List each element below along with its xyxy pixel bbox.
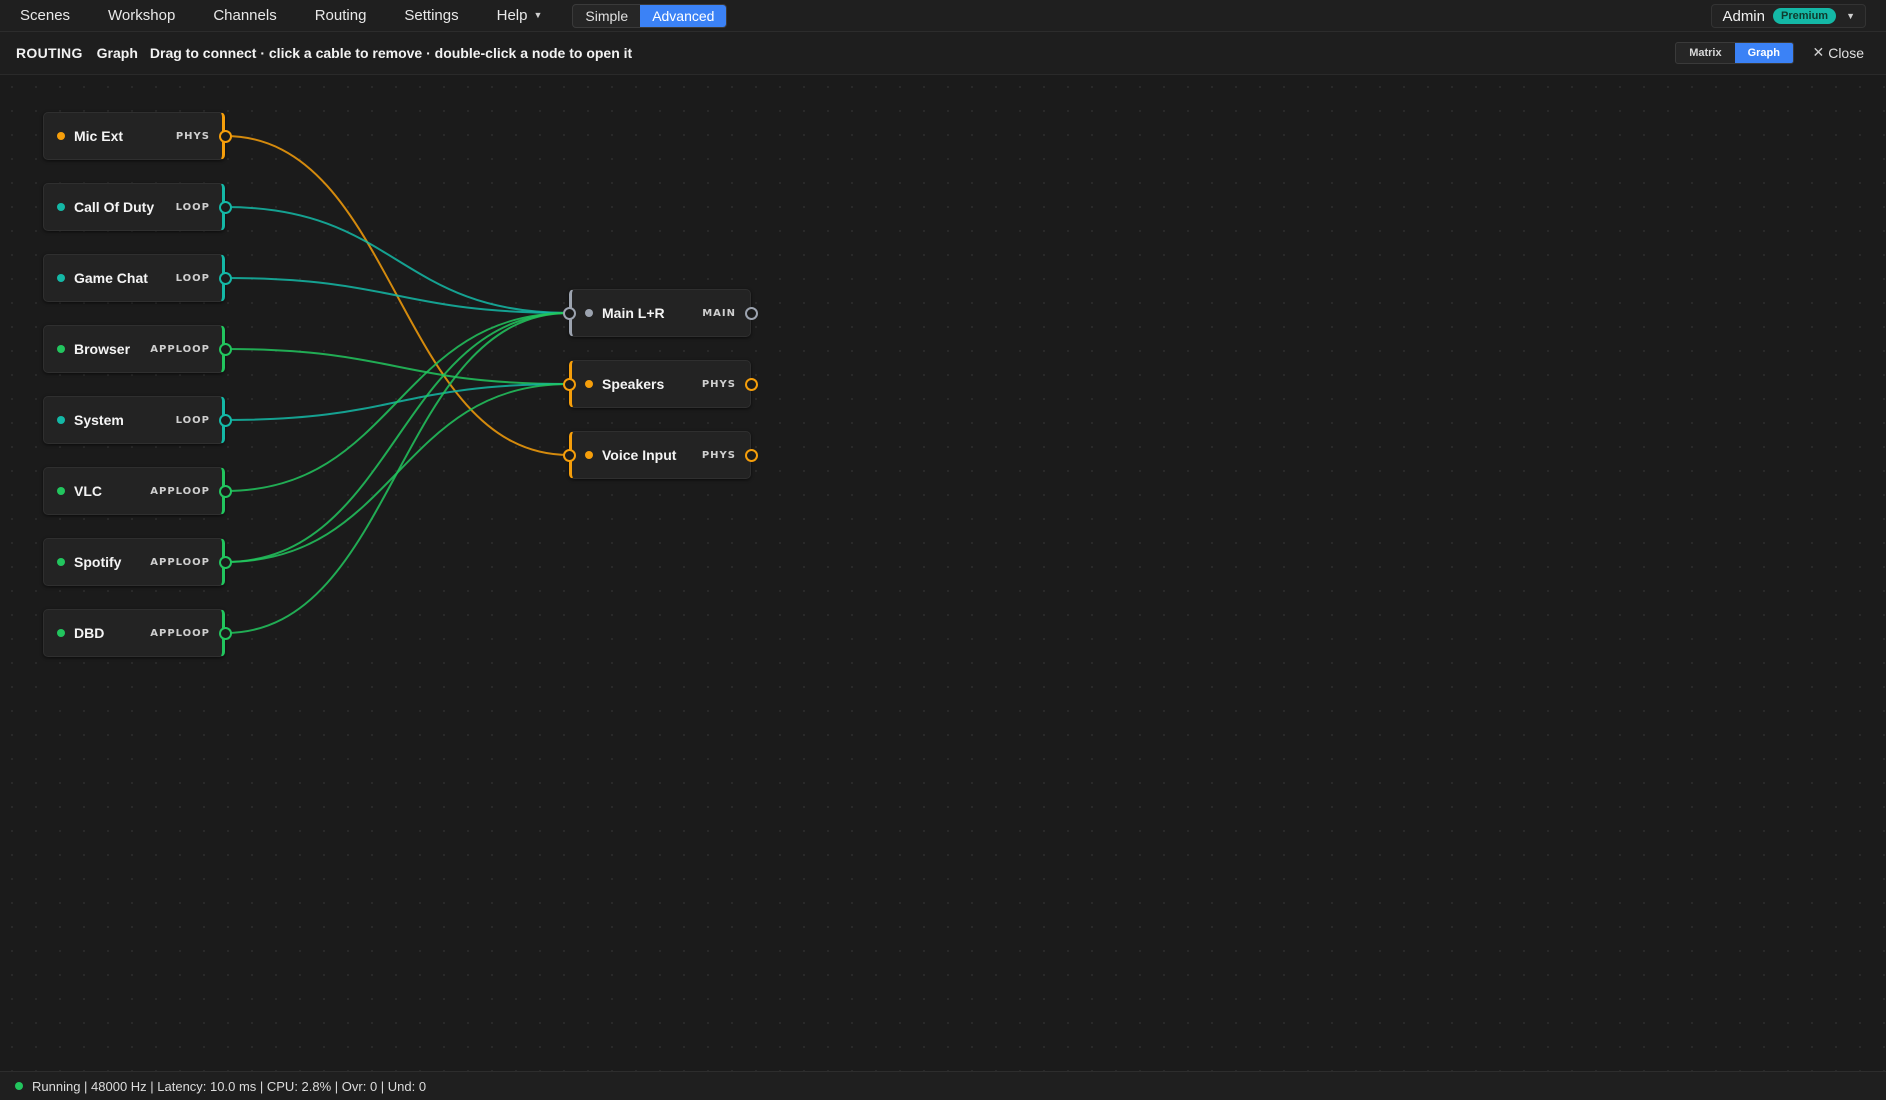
port-vlc-out[interactable] bbox=[219, 485, 232, 498]
mode-advanced-button[interactable]: Advanced bbox=[640, 4, 727, 27]
running-indicator-icon bbox=[15, 1082, 23, 1090]
close-button[interactable]: ✕ Close bbox=[1812, 44, 1864, 61]
node-status-dot-icon bbox=[585, 451, 593, 459]
node-dbd[interactable]: DBD APPLOOP bbox=[43, 609, 225, 657]
node-type-tag: PHYS bbox=[701, 378, 736, 390]
premium-badge: Premium bbox=[1773, 8, 1837, 24]
port-speakers-out[interactable] bbox=[745, 378, 758, 391]
node-type-tag: APPLOOP bbox=[150, 485, 210, 497]
node-status-dot-icon bbox=[57, 558, 65, 566]
port-browser-out[interactable] bbox=[219, 343, 232, 356]
menu-workshop[interactable]: Workshop bbox=[108, 7, 175, 24]
node-speakers[interactable]: Speakers PHYS bbox=[569, 360, 751, 408]
account-menu[interactable]: Admin Premium ▼ bbox=[1711, 4, 1866, 28]
node-status-dot-icon bbox=[57, 274, 65, 282]
port-dbd-out[interactable] bbox=[219, 627, 232, 640]
account-name: Admin bbox=[1722, 7, 1765, 25]
mode-simple-button[interactable]: Simple bbox=[573, 5, 640, 27]
node-status-dot-icon bbox=[57, 203, 65, 211]
close-icon: ✕ bbox=[1812, 44, 1825, 60]
menu-help-label: Help bbox=[496, 7, 528, 24]
routing-graph-canvas[interactable]: Mic Ext PHYS Call Of Duty LOOP Game Chat LOOP… bbox=[0, 75, 1886, 1071]
node-label: Voice Input bbox=[602, 447, 677, 463]
cable-vlc-to-main-lr[interactable] bbox=[224, 312, 570, 492]
cable-layer bbox=[224, 135, 570, 634]
view-matrix-button[interactable]: Matrix bbox=[1676, 43, 1734, 63]
port-spotify-out[interactable] bbox=[219, 556, 232, 569]
node-label: System bbox=[74, 412, 124, 428]
view-toggle: Matrix Graph bbox=[1675, 42, 1794, 64]
menu-settings[interactable]: Settings bbox=[404, 7, 458, 24]
routing-subtitle: Graph bbox=[96, 45, 138, 61]
node-type-tag: LOOP bbox=[175, 414, 210, 426]
node-status-dot-icon bbox=[57, 345, 65, 353]
node-label: DBD bbox=[74, 625, 105, 641]
node-label: Main L+R bbox=[602, 305, 665, 321]
caret-down-icon: ▼ bbox=[1846, 11, 1855, 21]
node-label: Spotify bbox=[74, 554, 122, 570]
node-call-of-duty[interactable]: Call Of Duty LOOP bbox=[43, 183, 225, 231]
routing-hint: Drag to connect · click a cable to remov… bbox=[149, 45, 633, 61]
node-status-dot-icon bbox=[57, 629, 65, 637]
node-status-dot-icon bbox=[585, 380, 593, 388]
node-type-tag: PHYS bbox=[175, 130, 210, 142]
menu-channels[interactable]: Channels bbox=[213, 7, 276, 24]
node-browser[interactable]: Browser APPLOOP bbox=[43, 325, 225, 373]
status-text: Running | 48000 Hz | Latency: 10.0 ms | … bbox=[32, 1078, 427, 1094]
close-label: Close bbox=[1828, 44, 1864, 61]
node-voice-input[interactable]: Voice Input PHYS bbox=[569, 431, 751, 479]
node-type-tag: LOOP bbox=[175, 272, 210, 284]
node-type-tag: MAIN bbox=[702, 307, 736, 319]
status-bar: Running | 48000 Hz | Latency: 10.0 ms | … bbox=[0, 1071, 1886, 1100]
menu-bar: Scenes Workshop Channels Routing Setting… bbox=[0, 0, 1886, 32]
port-mic-ext-out[interactable] bbox=[219, 130, 232, 143]
port-system-out[interactable] bbox=[219, 414, 232, 427]
node-spotify[interactable]: Spotify APPLOOP bbox=[43, 538, 225, 586]
menu-help[interactable]: Help ▼ bbox=[497, 7, 543, 24]
mode-switch: Simple Advanced bbox=[572, 3, 728, 28]
port-main-lr-in[interactable] bbox=[563, 307, 576, 320]
node-type-tag: LOOP bbox=[175, 201, 210, 213]
node-status-dot-icon bbox=[57, 487, 65, 495]
cable-game-chat-to-main-lr[interactable] bbox=[224, 277, 570, 314]
port-game-chat-out[interactable] bbox=[219, 272, 232, 285]
node-status-dot-icon bbox=[57, 132, 65, 140]
cable-browser-to-speakers[interactable] bbox=[224, 348, 570, 385]
routing-title: ROUTING bbox=[16, 45, 83, 61]
node-vlc[interactable]: VLC APPLOOP bbox=[43, 467, 225, 515]
node-status-dot-icon bbox=[57, 416, 65, 424]
node-label: Game Chat bbox=[74, 270, 148, 286]
node-label: VLC bbox=[74, 483, 102, 499]
caret-down-icon: ▼ bbox=[533, 10, 543, 20]
port-call-of-duty-out[interactable] bbox=[219, 201, 232, 214]
menu-scenes[interactable]: Scenes bbox=[20, 7, 70, 24]
routing-header: ROUTING Graph Drag to connect · click a … bbox=[0, 32, 1886, 75]
cable-dbd-to-main-lr[interactable] bbox=[224, 312, 570, 634]
port-speakers-in[interactable] bbox=[563, 378, 576, 391]
port-voice-input-in[interactable] bbox=[563, 449, 576, 462]
node-status-dot-icon bbox=[585, 309, 593, 317]
node-mic-ext[interactable]: Mic Ext PHYS bbox=[43, 112, 225, 160]
node-main-lr[interactable]: Main L+R MAIN bbox=[569, 289, 751, 337]
node-type-tag: APPLOOP bbox=[150, 343, 210, 355]
node-type-tag: PHYS bbox=[701, 449, 736, 461]
node-type-tag: APPLOOP bbox=[150, 556, 210, 568]
node-label: Speakers bbox=[602, 376, 665, 392]
node-label: Browser bbox=[74, 341, 131, 357]
port-voice-input-out[interactable] bbox=[745, 449, 758, 462]
view-graph-button[interactable]: Graph bbox=[1734, 43, 1793, 63]
port-main-lr-out[interactable] bbox=[745, 307, 758, 320]
node-label: Call Of Duty bbox=[74, 199, 155, 215]
node-system[interactable]: System LOOP bbox=[43, 396, 225, 444]
node-type-tag: APPLOOP bbox=[150, 627, 210, 639]
menu-routing[interactable]: Routing bbox=[315, 7, 367, 24]
node-game-chat[interactable]: Game Chat LOOP bbox=[43, 254, 225, 302]
node-label: Mic Ext bbox=[74, 128, 124, 144]
